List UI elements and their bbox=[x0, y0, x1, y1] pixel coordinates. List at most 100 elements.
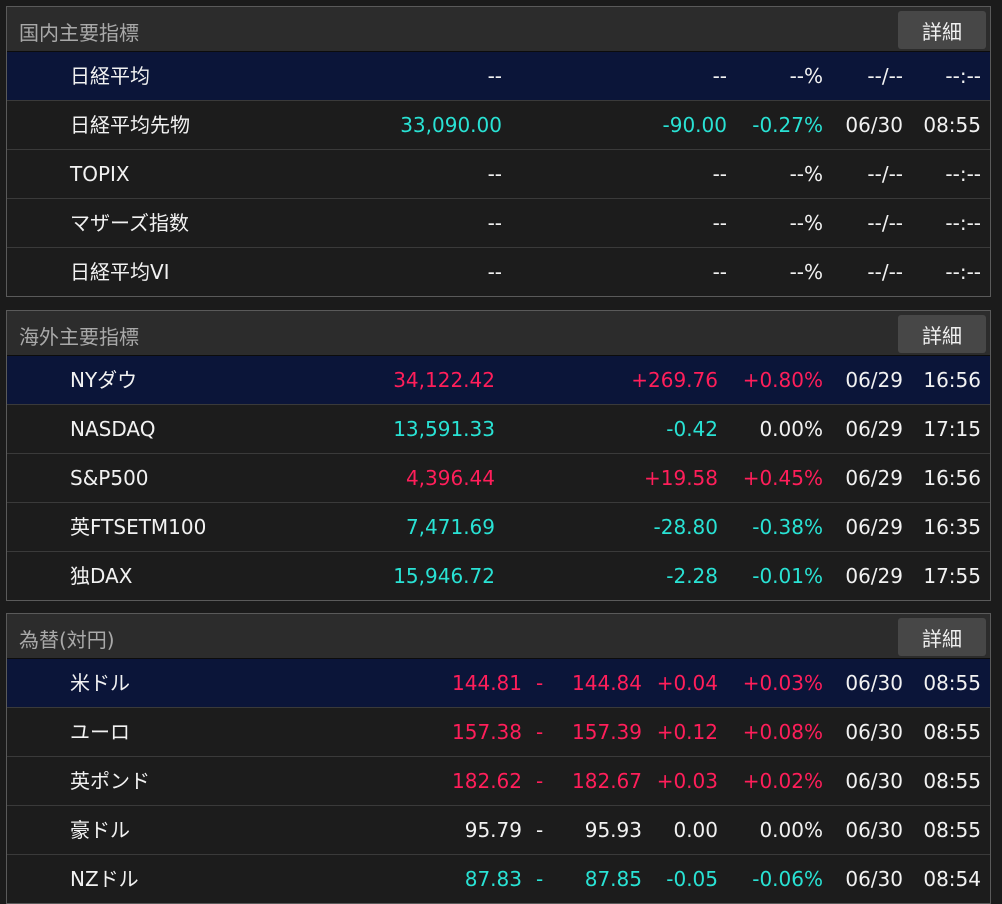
ask-price: 182.67 bbox=[572, 769, 642, 793]
index-change-percent: +0.45% bbox=[742, 466, 823, 490]
index-time: 17:15 bbox=[923, 417, 981, 441]
table-row[interactable]: 日経平均 -- -- --% --/-- --:-- bbox=[7, 52, 990, 101]
index-name: TOPIX bbox=[70, 162, 130, 186]
bid-price: 157.38 bbox=[452, 720, 522, 744]
currency-name: 豪ドル bbox=[70, 818, 130, 842]
table-row[interactable]: NASDAQ 13,591.33 -0.42 0.00% 06/29 17:15 bbox=[7, 405, 990, 454]
index-date: --/-- bbox=[867, 162, 903, 186]
index-change-percent: --% bbox=[789, 162, 823, 186]
domestic-indices-panel: 国内主要指標 詳細 日経平均 -- -- --% --/-- --:-- 日経平… bbox=[6, 6, 991, 297]
index-name: NYダウ bbox=[70, 368, 138, 392]
fx-date: 06/30 bbox=[845, 818, 903, 842]
table-row[interactable]: 独DAX 15,946.72 -2.28 -0.01% 06/29 17:55 bbox=[7, 552, 990, 600]
index-name: 英FTSETM100 bbox=[70, 515, 207, 539]
table-row[interactable]: 英FTSETM100 7,471.69 -28.80 -0.38% 06/29 … bbox=[7, 503, 990, 552]
bid-ask-separator: - bbox=[536, 867, 544, 891]
index-change-percent: +0.80% bbox=[742, 368, 823, 392]
index-time: --:-- bbox=[945, 260, 981, 284]
index-name: NASDAQ bbox=[70, 417, 156, 441]
index-name: 日経平均先物 bbox=[70, 113, 190, 137]
fx-change-percent: 0.00% bbox=[759, 818, 823, 842]
index-change: +19.58 bbox=[643, 466, 718, 490]
fx-time: 08:55 bbox=[923, 818, 981, 842]
table-row[interactable]: ユーロ 157.38 - 157.39 +0.12 +0.08% 06/30 0… bbox=[7, 708, 990, 757]
fx-date: 06/30 bbox=[845, 867, 903, 891]
currency-name: 英ポンド bbox=[70, 769, 150, 793]
index-price: -- bbox=[487, 162, 502, 186]
index-change-percent: -0.01% bbox=[752, 564, 823, 588]
panel-title: 為替(対円) bbox=[19, 628, 115, 652]
fx-change-percent: +0.08% bbox=[742, 720, 823, 744]
fx-change: 0.00 bbox=[673, 818, 718, 842]
index-price: 34,122.42 bbox=[393, 368, 495, 392]
domestic-detail-button[interactable]: 詳細 bbox=[898, 11, 986, 49]
index-change-percent: --% bbox=[789, 211, 823, 235]
index-price: 7,471.69 bbox=[405, 515, 495, 539]
table-row[interactable]: 英ポンド 182.62 - 182.67 +0.03 +0.02% 06/30 … bbox=[7, 757, 990, 806]
index-date: 06/29 bbox=[845, 368, 903, 392]
bid-price: 87.83 bbox=[464, 867, 522, 891]
index-price: -- bbox=[487, 211, 502, 235]
bid-price: 144.81 bbox=[452, 671, 522, 695]
index-price: -- bbox=[487, 64, 502, 88]
fx-date: 06/30 bbox=[845, 671, 903, 695]
panel-title: 国内主要指標 bbox=[19, 21, 139, 45]
index-price: 15,946.72 bbox=[393, 564, 495, 588]
index-time: 16:56 bbox=[923, 466, 981, 490]
index-change: -- bbox=[712, 64, 727, 88]
fx-change-percent: -0.06% bbox=[752, 867, 823, 891]
index-date: --/-- bbox=[867, 64, 903, 88]
fx-change-percent: +0.03% bbox=[742, 671, 823, 695]
index-name: 独DAX bbox=[70, 564, 133, 588]
fx-change: +0.12 bbox=[656, 720, 718, 744]
table-row[interactable]: TOPIX -- -- --% --/-- --:-- bbox=[7, 150, 990, 199]
index-change: -28.80 bbox=[653, 515, 718, 539]
index-change: -2.28 bbox=[666, 564, 718, 588]
fx-change-percent: +0.02% bbox=[742, 769, 823, 793]
table-row[interactable]: マザーズ指数 -- -- --% --/-- --:-- bbox=[7, 199, 990, 248]
overseas-detail-button[interactable]: 詳細 bbox=[898, 315, 986, 353]
index-date: --/-- bbox=[867, 211, 903, 235]
bid-ask-separator: - bbox=[536, 769, 544, 793]
index-change: -- bbox=[712, 211, 727, 235]
index-change: -0.42 bbox=[666, 417, 718, 441]
index-name: 日経平均 bbox=[70, 64, 150, 88]
index-date: 06/29 bbox=[845, 417, 903, 441]
bid-ask-separator: - bbox=[536, 671, 544, 695]
index-name: マザーズ指数 bbox=[70, 211, 189, 235]
overseas-panel-header: 海外主要指標 詳細 bbox=[7, 311, 990, 356]
fx-detail-button[interactable]: 詳細 bbox=[898, 618, 986, 656]
ask-price: 95.93 bbox=[584, 818, 642, 842]
fx-time: 08:55 bbox=[923, 720, 981, 744]
bid-ask-separator: - bbox=[536, 818, 544, 842]
index-price: 4,396.44 bbox=[405, 466, 495, 490]
index-change: -- bbox=[712, 260, 727, 284]
index-time: --:-- bbox=[945, 162, 981, 186]
table-row[interactable]: 豪ドル 95.79 - 95.93 0.00 0.00% 06/30 08:55 bbox=[7, 806, 990, 855]
table-row[interactable]: S&P500 4,396.44 +19.58 +0.45% 06/29 16:5… bbox=[7, 454, 990, 503]
index-time: --:-- bbox=[945, 211, 981, 235]
table-row[interactable]: 日経平均先物 33,090.00 -90.00 -0.27% 06/30 08:… bbox=[7, 101, 990, 150]
fx-change: +0.04 bbox=[656, 671, 718, 695]
fx-panel-header: 為替(対円) 詳細 bbox=[7, 614, 990, 659]
table-row[interactable]: 米ドル 144.81 - 144.84 +0.04 +0.03% 06/30 0… bbox=[7, 659, 990, 708]
fx-change: +0.03 bbox=[656, 769, 718, 793]
index-change-percent: -0.38% bbox=[752, 515, 823, 539]
index-time: 16:56 bbox=[923, 368, 981, 392]
index-price: 33,090.00 bbox=[400, 113, 502, 137]
index-date: 06/29 bbox=[845, 466, 903, 490]
fx-date: 06/30 bbox=[845, 769, 903, 793]
table-row[interactable]: 日経平均VI -- -- --% --/-- --:-- bbox=[7, 248, 990, 296]
table-row[interactable]: NZドル 87.83 - 87.85 -0.05 -0.06% 06/30 08… bbox=[7, 855, 990, 903]
index-date: --/-- bbox=[867, 260, 903, 284]
ask-price: 157.39 bbox=[572, 720, 642, 744]
index-date: 06/29 bbox=[845, 515, 903, 539]
index-price: 13,591.33 bbox=[393, 417, 495, 441]
index-name: S&P500 bbox=[70, 466, 149, 490]
index-time: 16:35 bbox=[923, 515, 981, 539]
ask-price: 144.84 bbox=[572, 671, 642, 695]
index-date: 06/29 bbox=[845, 564, 903, 588]
index-change-percent: -0.27% bbox=[752, 113, 823, 137]
table-row[interactable]: NYダウ 34,122.42 +269.76 +0.80% 06/29 16:5… bbox=[7, 356, 990, 405]
index-date: 06/30 bbox=[845, 113, 903, 137]
